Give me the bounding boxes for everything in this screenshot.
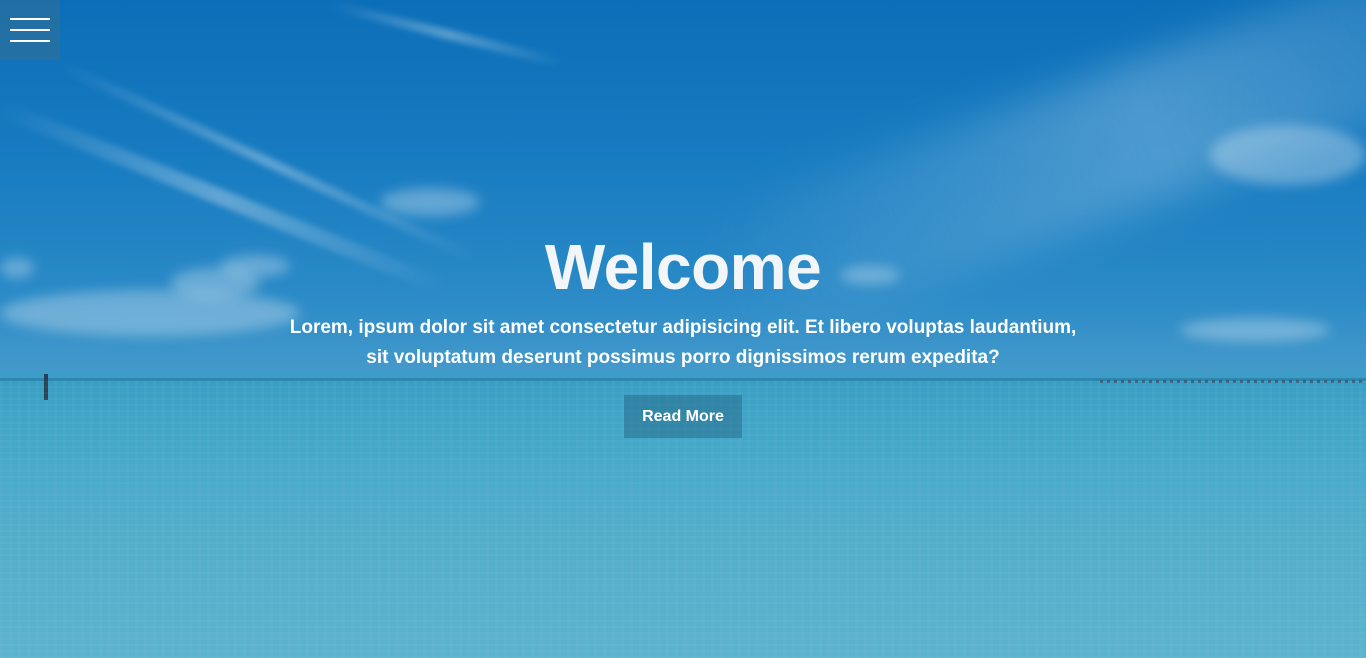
hero-subtitle: Lorem, ipsum dolor sit amet consectetur …	[289, 317, 1077, 368]
read-more-button[interactable]: Read More	[624, 395, 742, 438]
hero-content: Welcome Lorem, ipsum dolor sit amet cons…	[0, 228, 1366, 438]
hero-section: Welcome Lorem, ipsum dolor sit amet cons…	[0, 0, 1366, 658]
hamburger-menu-icon[interactable]	[0, 0, 60, 60]
menu-bar	[10, 40, 50, 42]
menu-bar	[10, 29, 50, 31]
menu-bar	[10, 18, 50, 20]
hero-title: Welcome	[544, 231, 822, 303]
